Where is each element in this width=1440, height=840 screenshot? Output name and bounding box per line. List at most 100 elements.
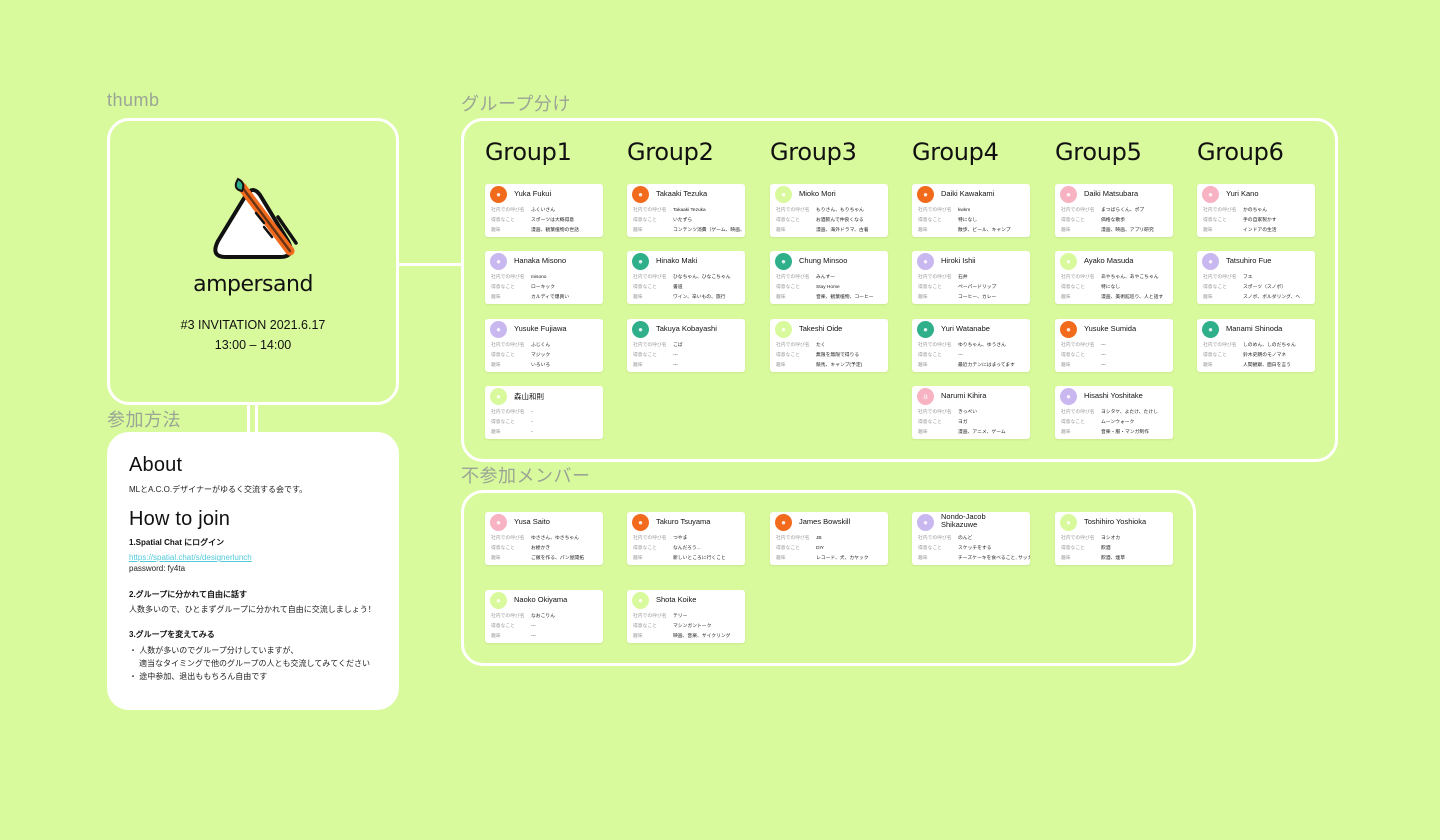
- member-card[interactable]: ● Yusuke Fujiawa 社内での呼び名 ふじくん 得意なこと マジック 趣味 いろい…: [485, 319, 603, 372]
- field-label: 得意なこと: [776, 353, 800, 358]
- member-name: Chung Minsoo: [799, 256, 848, 265]
- join-title: How to join: [129, 508, 231, 530]
- join-connector-b: [255, 405, 258, 433]
- field-value: 手の自家製かす: [1243, 218, 1277, 223]
- field-label: 趣味: [918, 363, 928, 368]
- hobby-row: 趣味 スノボ、ボルダリング、ヘ: [1203, 293, 1300, 300]
- hobby-row: 趣味 音楽・服・マンガ制作: [1061, 428, 1149, 435]
- event-title: #3 INVITATION 2021.6.17: [180, 318, 326, 332]
- member-card[interactable]: ● Hanaka Misono 社内での呼び名 misono 得意なこと ローキック 趣味 カ…: [485, 251, 603, 304]
- member-card[interactable]: ● Takaaki Tezuka 社内での呼び名 Takaaki Tezuka 得意なこ…: [627, 184, 745, 237]
- skill-row: 得意なこと 鈴木史朗のモノマネ: [1203, 351, 1286, 358]
- field-label: 社内での呼び名: [1061, 343, 1095, 348]
- absent-label: 不参加メンバー: [461, 466, 591, 486]
- member-card[interactable]: ● Toshihiro Yoshioka 社内での呼び名 ヨシオカ 得意なこと 飲酒 趣味 飲…: [1055, 512, 1173, 565]
- member-card[interactable]: ● Yusa Saito 社内での呼び名 ゆささん、ゆさちゃん 得意なこと お絵かき 趣味 ご…: [485, 512, 603, 565]
- field-label: 得意なこと: [1061, 546, 1085, 551]
- skill-row: 得意なこと スポーツは大概得意: [491, 216, 574, 223]
- hobby-row: 趣味 人間観察、面白を言う: [1203, 361, 1291, 368]
- member-card[interactable]: ● Naoko Okiyama 社内での呼び名 なおこりん 得意なこと --- 趣味 ---: [485, 590, 603, 643]
- member-card[interactable]: ● Yuka Fukui 社内での呼び名 ふくいさん 得意なこと スポーツは大概得意 趣味 漫…: [485, 184, 603, 237]
- hobby-row: 趣味 コンテンツ消費（ゲーム、映画、ネットフ: [633, 226, 745, 233]
- field-value: ---: [531, 634, 536, 639]
- member-name: Takeshi Oide: [799, 324, 843, 333]
- member-name: Narumi Kihira: [941, 391, 987, 400]
- field-label: 得意なこと: [1061, 218, 1085, 223]
- member-name: 森山和則: [514, 392, 544, 401]
- field-label: 趣味: [633, 295, 643, 300]
- spatial-chat-link[interactable]: https://spatial.chat/s/designerlunch: [129, 553, 377, 562]
- field-label: 得意なこと: [918, 353, 942, 358]
- field-value: 最近カテンにはまってます: [958, 363, 1015, 368]
- field-value: 漫画、アニメ、ゲーム: [958, 430, 1006, 435]
- field-value: チーズケーキを食べること, サッカー: [958, 556, 1030, 561]
- member-name: Shota Koike: [656, 595, 697, 604]
- member-card[interactable]: ● Hisashi Yoshitake 社内での呼び名 ヨシタケ、よたけ、たけし 得意な…: [1055, 386, 1173, 439]
- field-value: ペーパードリップ: [958, 285, 997, 290]
- member-card[interactable]: ● Nondo-Jacob Shikazuwe 社内での呼び名 のんど 得意なこと スケッ…: [912, 512, 1030, 565]
- field-label: 社内での呼び名: [918, 275, 952, 280]
- field-label: 趣味: [776, 556, 786, 561]
- burger-icon: ●: [917, 514, 934, 531]
- field-value: のんど: [958, 536, 973, 541]
- member-name: Yusuke Fujiawa: [514, 324, 567, 333]
- step1-title: 1.Spatial Chat にログイン: [129, 538, 225, 547]
- field-label: 社内での呼び名: [491, 343, 525, 348]
- member-name: Tatsuhiro Fue: [1226, 256, 1272, 265]
- member-card[interactable]: ● Daiki Kawakami 社内での呼び名 kwkm 得意なこと 特になし 趣味 散歩、…: [912, 184, 1030, 237]
- member-card[interactable]: ● James Bowskill 社内での呼び名 JB 得意なこと DIY 趣味 レコード、犬…: [770, 512, 888, 565]
- field-label: 趣味: [1061, 295, 1071, 300]
- hobby-row: 趣味 散歩、ビール、キャンプ: [918, 226, 1011, 233]
- field-value: ---: [1101, 363, 1106, 368]
- member-card[interactable]: ● Takeshi Oide 社内での呼び名 たく 得意なこと 無限を無限で得りる 趣味 競馬…: [770, 319, 888, 372]
- field-label: 得意なこと: [491, 624, 515, 629]
- member-card[interactable]: ● Hinako Maki 社内での呼び名 ひなちゃん、ひなこちゃん 得意なこと 書道 趣味…: [627, 251, 745, 304]
- member-card[interactable]: ● Takuro Tsuyama 社内での呼び名 つやま 得意なこと なんだろう... 趣味…: [627, 512, 745, 565]
- member-card[interactable]: ● Takuya Kobayashi 社内での呼び名 こば 得意なこと --- 趣味 ---: [627, 319, 745, 372]
- field-value: ---: [531, 624, 536, 629]
- member-card[interactable]: ● Chung Minsoo 社内での呼び名 みんすー 得意なこと Stay Home 趣味…: [770, 251, 888, 304]
- nickname-row: 社内での呼び名 ヨシオカ: [1061, 534, 1120, 541]
- cat-icon: ●: [1202, 253, 1219, 270]
- nickname-row: 社内での呼び名 石井: [918, 273, 968, 280]
- field-value: ヨガ: [958, 420, 968, 425]
- member-card[interactable]: ● Yuri Kano 社内での呼び名 かのちゃん 得意なこと 手の自家製かす 趣味 インドア…: [1197, 184, 1315, 237]
- field-value: ムーンウォーク: [1101, 420, 1135, 425]
- field-value: ひなちゃん、ひなこちゃん: [673, 275, 731, 280]
- member-card[interactable]: ● Yuri Watanabe 社内での呼び名 ゆりちゃん、ゆうさん 得意なこと --- 趣…: [912, 319, 1030, 372]
- member-card[interactable]: a Narumi Kihira 社内での呼び名 きっぺい 得意なこと ヨガ 趣味 漫画、アニメ…: [912, 386, 1030, 439]
- field-value: お酒飲んで仲良くなる: [816, 218, 864, 223]
- member-card[interactable]: ● Hiroki Ishii 社内での呼び名 石井 得意なこと ペーパードリップ 趣味 コーヒ…: [912, 251, 1030, 304]
- member-card[interactable]: ● Daiki Matsubara 社内での呼び名 まつばらくん、ポプ 得意なこと 価格な…: [1055, 184, 1173, 237]
- field-label: 社内での呼び名: [633, 208, 667, 213]
- member-card[interactable]: ● Yusuke Sumida 社内での呼び名 --- 得意なこと --- 趣味 ---: [1055, 319, 1173, 372]
- field-label: 趣味: [633, 363, 643, 368]
- nickname-row: 社内での呼び名 こば: [633, 341, 683, 348]
- field-value: スポーツは大概得意: [531, 218, 575, 223]
- member-card[interactable]: ● Tatsuhiro Fue 社内での呼び名 フエ 得意なこと スポーツ（スノボ） 趣味 ス…: [1197, 251, 1315, 304]
- field-label: 社内での呼び名: [1061, 275, 1095, 280]
- field-label: 得意なこと: [1061, 285, 1085, 290]
- step3-bullet-cont: 適当なタイミングで他のグループの人とも交流してみてください: [139, 659, 371, 668]
- field-value: フエ: [1243, 275, 1253, 280]
- member-name: Nondo-Jacob Shikazuwe: [941, 512, 986, 529]
- bowl-icon: ●: [775, 514, 792, 531]
- member-card[interactable]: ● 森山和則 社内での呼び名 - 得意なこと - 趣味 -: [485, 386, 603, 439]
- burger-icon: ●: [632, 186, 649, 203]
- hobby-row: 趣味 漫画、映画、アプリ研究: [1061, 226, 1154, 233]
- member-card[interactable]: ● Shota Koike 社内での呼び名 テリー 得意なこと マシンガントーク 趣味 映画、…: [627, 590, 745, 643]
- field-value: -: [531, 420, 533, 425]
- logo-text: ampersand: [193, 272, 313, 297]
- nickname-row: 社内での呼び名 もりさん、もりちゃん: [776, 206, 864, 213]
- field-value: ヨシオカ: [1101, 536, 1121, 541]
- member-card[interactable]: ● Manami Shinoda 社内での呼び名 しのめん、しのだちゃん 得意なこと 鈴木…: [1197, 319, 1315, 372]
- field-label: 趣味: [1203, 228, 1213, 233]
- field-value: コーヒー、カレー: [958, 295, 997, 300]
- event-time: 13:00 – 14:00: [214, 338, 292, 352]
- member-card[interactable]: ● Ayako Masuda 社内での呼び名 あやちゃん、あやこちゃん 得意なこと 特にな…: [1055, 251, 1173, 304]
- member-card[interactable]: ● Mioko Mori 社内での呼び名 もりさん、もりちゃん 得意なこと お酒飲んで仲良…: [770, 184, 888, 237]
- field-label: 得意なこと: [633, 624, 657, 629]
- field-label: 社内での呼び名: [1203, 343, 1237, 348]
- thumb-frame: ampersand #3 INVITATION 2021.6.17 13:00 …: [107, 118, 399, 405]
- field-label: 趣味: [918, 228, 928, 233]
